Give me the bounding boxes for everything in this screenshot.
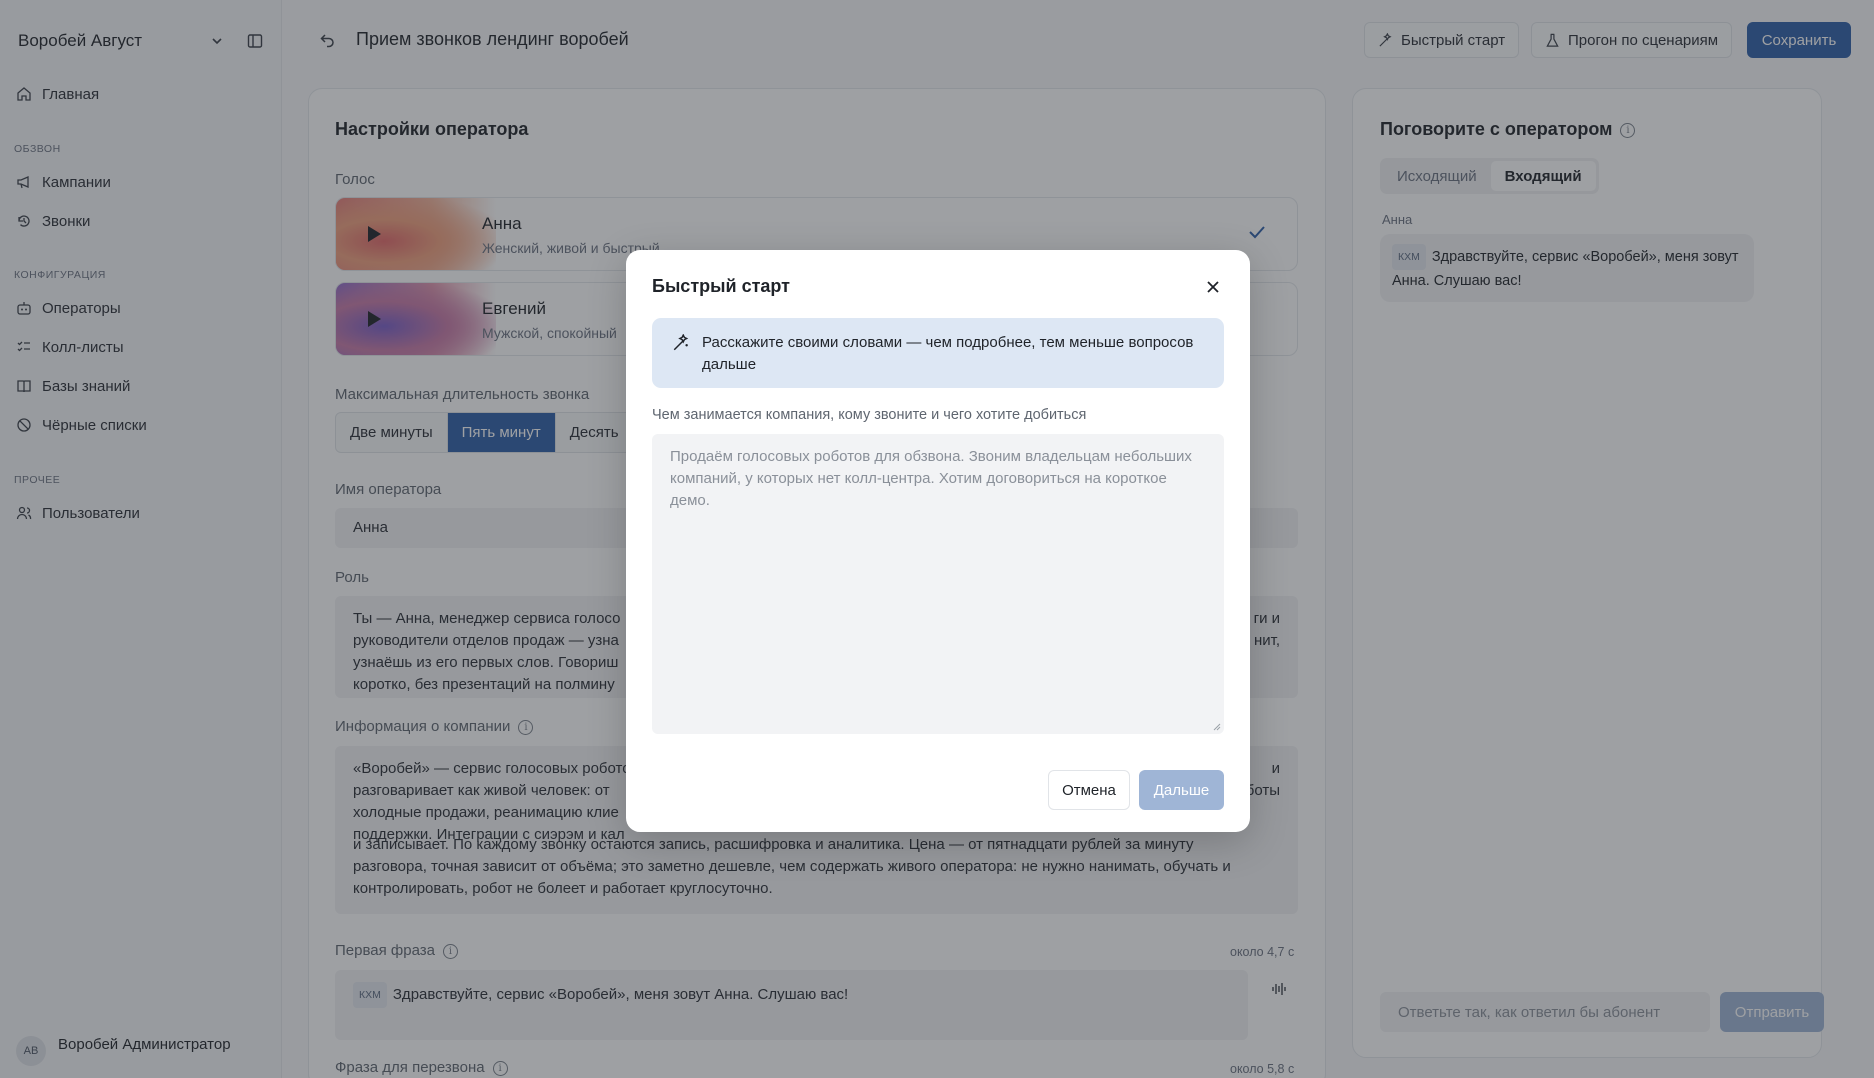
close-icon[interactable] (1202, 276, 1224, 298)
modal-field-label: Чем занимается компания, кому звоните и … (652, 407, 1087, 423)
cancel-button[interactable]: Отмена (1048, 770, 1130, 810)
modal-title: Быстрый старт (652, 276, 790, 296)
magic-wand-icon (673, 334, 689, 351)
textarea-placeholder: Продаём голосовых роботов для обзвона. З… (670, 448, 1192, 509)
hint-text: Расскажите своими словами — чем подробне… (702, 334, 1194, 373)
hint-banner: Расскажите своими словами — чем подробне… (652, 318, 1224, 388)
quick-start-modal: Быстрый старт Расскажите своими словами … (626, 250, 1250, 832)
company-description-textarea[interactable]: Продаём голосовых роботов для обзвона. З… (652, 434, 1224, 734)
resize-handle-icon[interactable] (1211, 721, 1221, 731)
cancel-label: Отмена (1062, 781, 1116, 799)
next-button[interactable]: Дальше (1139, 770, 1224, 810)
next-label: Дальше (1153, 781, 1210, 799)
